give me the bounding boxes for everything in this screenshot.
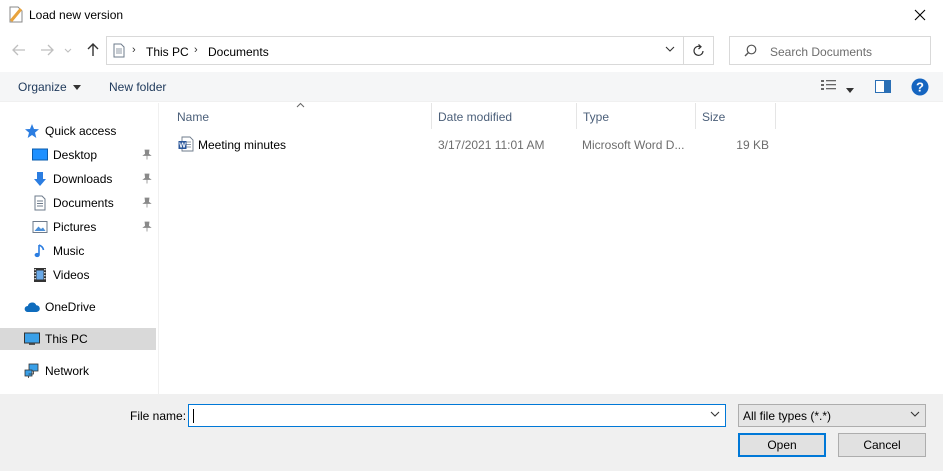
help-icon: ? [911, 78, 929, 96]
sidebar-item-label: Music [53, 244, 85, 258]
back-button[interactable] [9, 40, 29, 60]
address-bar[interactable]: › This PC › Documents [106, 36, 684, 65]
window-title: Load new version [29, 8, 124, 22]
pin-icon [142, 149, 152, 160]
recent-locations-button[interactable] [61, 40, 75, 60]
column-header-name[interactable]: Name [171, 103, 431, 129]
search-icon [744, 44, 757, 57]
sidebar-item-onedrive[interactable]: OneDrive [0, 296, 156, 318]
up-button[interactable] [83, 40, 103, 60]
breadcrumb-documents[interactable]: Documents [208, 45, 269, 59]
column-header-date-modified[interactable]: Date modified [432, 103, 576, 129]
refresh-button[interactable] [684, 36, 714, 65]
breadcrumb-separator: › [132, 44, 136, 56]
pin-icon [142, 197, 152, 208]
desktop-icon [32, 148, 48, 161]
documents-folder-icon [113, 43, 125, 58]
file-list: Name Date modified Type Size W Meeting m… [159, 102, 943, 394]
title-bar: Load new version [0, 0, 943, 30]
file-name: Meeting minutes [198, 138, 287, 152]
caret-down-icon [846, 88, 854, 93]
file-name-input[interactable] [188, 404, 726, 427]
preview-pane-icon [875, 80, 891, 93]
dialog-footer: File name: All file types (*.*) Open Can… [0, 394, 943, 471]
videos-icon [34, 268, 46, 282]
cloud-icon [24, 302, 40, 312]
breadcrumb-this-pc[interactable]: This PC [146, 45, 189, 59]
sidebar-item-videos[interactable]: Videos [0, 264, 156, 286]
pictures-icon [32, 221, 48, 233]
view-options-dropdown[interactable] [846, 82, 854, 96]
search-placeholder: Search Documents [770, 45, 873, 59]
sidebar-item-label: This PC [45, 332, 88, 346]
back-arrow-icon [12, 44, 25, 56]
text-caret [193, 409, 194, 423]
download-icon [34, 172, 46, 186]
open-button[interactable]: Open [738, 433, 826, 457]
sidebar-item-pictures[interactable]: Pictures [0, 216, 156, 238]
sidebar-item-label: Documents [53, 196, 114, 210]
new-folder-button[interactable]: New folder [109, 80, 166, 94]
sidebar-item-label: Network [45, 364, 90, 378]
star-icon [25, 124, 39, 138]
network-icon [24, 363, 39, 378]
forward-arrow-icon [41, 44, 54, 56]
computer-icon [24, 332, 40, 345]
file-type: Microsoft Word D... [582, 138, 685, 152]
sidebar-item-label: OneDrive [45, 300, 96, 314]
preview-pane-button[interactable] [875, 80, 891, 96]
organize-button[interactable]: Organize [18, 80, 82, 94]
file-date-modified: 3/17/2021 11:01 AM [438, 138, 545, 152]
music-icon [34, 244, 45, 258]
chevron-down-icon[interactable] [665, 46, 675, 52]
column-header-type[interactable]: Type [577, 103, 695, 129]
word-document-icon: W [178, 136, 194, 152]
sidebar-item-desktop[interactable]: Desktop [0, 144, 156, 166]
document-app-icon [9, 6, 23, 23]
organize-label: Organize [18, 80, 67, 94]
sidebar-item-label: Downloads [53, 172, 113, 186]
sidebar-item-network[interactable]: Network [0, 360, 156, 382]
close-button[interactable] [897, 0, 943, 30]
file-name-label: File name: [130, 409, 187, 423]
up-arrow-icon [87, 43, 99, 56]
caret-down-icon [73, 85, 82, 91]
sidebar-item-this-pc[interactable]: This PC [0, 328, 156, 350]
sidebar-item-label: Desktop [53, 148, 98, 162]
file-row[interactable]: W Meeting minutes 3/17/2021 11:01 AM Mic… [173, 133, 773, 155]
search-box[interactable]: Search Documents [729, 36, 931, 65]
chevron-down-icon [910, 411, 920, 417]
file-size: 19 KB [736, 138, 769, 152]
sidebar-item-documents[interactable]: Documents [0, 192, 156, 214]
details-view-icon [821, 80, 836, 90]
change-view-button[interactable] [820, 78, 838, 95]
pin-icon [142, 221, 152, 232]
svg-text:W: W [179, 143, 186, 150]
documents-icon [34, 195, 46, 211]
column-divider[interactable] [775, 103, 776, 129]
sidebar-item-downloads[interactable]: Downloads [0, 168, 156, 190]
close-icon [914, 9, 926, 21]
cancel-button[interactable]: Cancel [838, 433, 926, 457]
file-type-value: All file types (*.*) [743, 409, 832, 423]
svg-text:?: ? [916, 80, 924, 95]
forward-button[interactable] [37, 40, 57, 60]
navigation-pane: Quick access Desktop Downloads Documents [0, 103, 158, 394]
refresh-icon [692, 44, 704, 56]
pin-icon [142, 173, 152, 184]
navigation-bar: › This PC › Documents Search Documents [0, 34, 943, 66]
sidebar-item-label: Videos [53, 268, 90, 282]
help-button[interactable]: ? [911, 78, 929, 99]
command-toolbar: Organize New folder ? [0, 72, 943, 102]
file-type-select[interactable]: All file types (*.*) [738, 404, 926, 427]
sidebar-item-label: Quick access [45, 124, 117, 138]
sidebar-item-label: Pictures [53, 220, 97, 234]
sidebar-item-music[interactable]: Music [0, 240, 156, 262]
breadcrumb-separator: › [194, 44, 198, 56]
column-header-size[interactable]: Size [696, 103, 775, 129]
sidebar-item-quick-access[interactable]: Quick access [0, 120, 156, 142]
chevron-down-icon[interactable] [710, 411, 720, 417]
recent-dropdown-icon [64, 48, 72, 53]
